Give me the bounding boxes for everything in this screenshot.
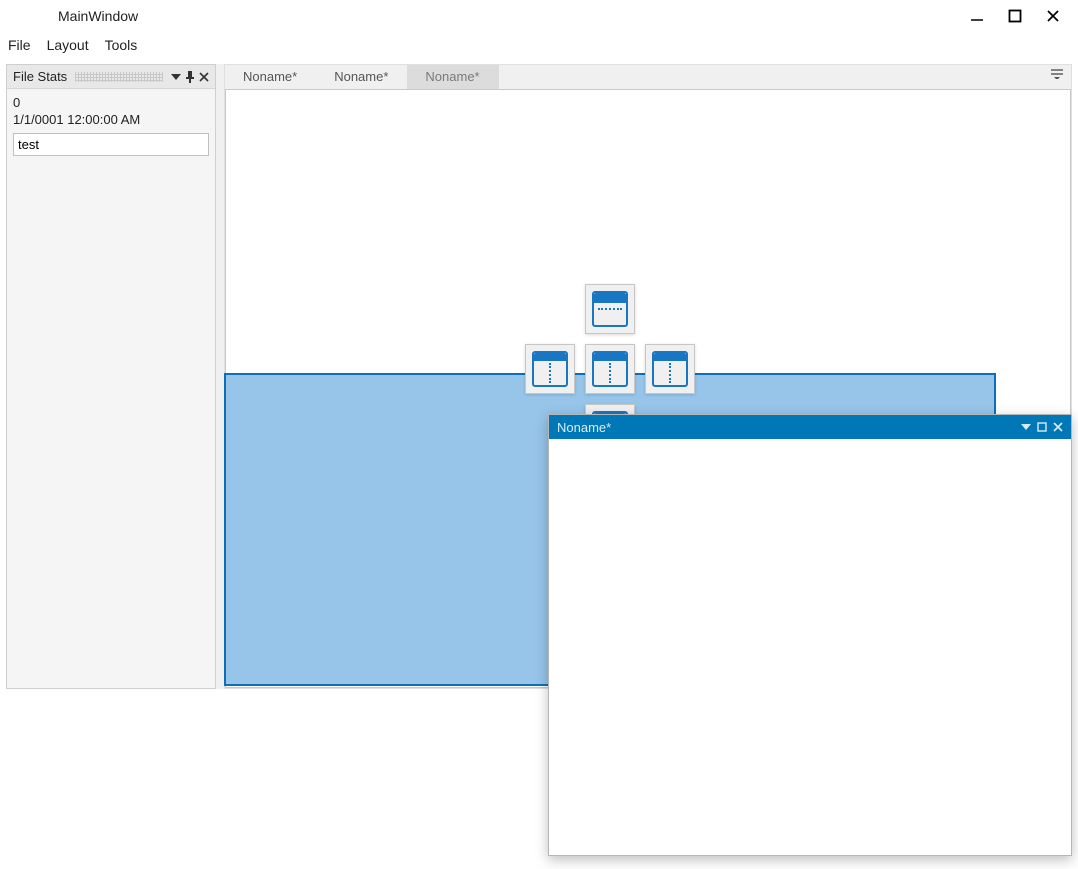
menu-layout[interactable]: Layout [47, 37, 89, 53]
titlebar: MainWindow [0, 0, 1078, 32]
dock-top-button[interactable] [585, 284, 635, 334]
floating-window-title: Noname* [557, 420, 611, 435]
pin-icon [185, 71, 195, 83]
dock-center-button[interactable] [585, 344, 635, 394]
minimize-button[interactable] [970, 9, 984, 23]
floating-document-window[interactable]: Noname* [548, 414, 1072, 856]
floating-close-button[interactable] [1053, 422, 1063, 432]
floating-dropdown-button[interactable] [1021, 422, 1031, 432]
dock-right-button[interactable] [645, 344, 695, 394]
panel-pin-button[interactable] [185, 71, 195, 83]
panel-input[interactable] [13, 133, 209, 156]
close-button[interactable] [1046, 9, 1060, 23]
document-tab-2[interactable]: Noname* [316, 65, 407, 89]
document-tab-3[interactable]: Noname* [407, 65, 498, 89]
dock-right-icon [652, 351, 688, 387]
panel-grip[interactable] [75, 72, 163, 82]
maximize-icon [1037, 422, 1047, 432]
close-icon [199, 72, 209, 82]
panel-header[interactable]: File Stats [7, 65, 215, 89]
floating-window-body[interactable] [549, 439, 1071, 855]
maximize-button[interactable] [1008, 9, 1022, 23]
menu-file[interactable]: File [8, 37, 31, 53]
floating-window-header[interactable]: Noname* [549, 415, 1071, 439]
tab-list-icon [1051, 69, 1063, 79]
menu-tools[interactable]: Tools [105, 37, 138, 53]
file-timestamp: 1/1/0001 12:00:00 AM [13, 112, 209, 127]
menubar: File Layout Tools [0, 32, 1078, 58]
floating-window-controls [1021, 422, 1063, 432]
panel-close-button[interactable] [199, 72, 209, 82]
close-icon [1046, 9, 1060, 23]
dock-left-button[interactable] [525, 344, 575, 394]
tab-list-button[interactable] [1043, 65, 1071, 89]
dock-center-icon [592, 351, 628, 387]
chevron-down-icon [171, 72, 181, 82]
dock-left-icon [532, 351, 568, 387]
dock-top-icon [592, 291, 628, 327]
minimize-icon [970, 9, 984, 23]
floating-maximize-button[interactable] [1037, 422, 1047, 432]
window-title: MainWindow [6, 8, 138, 24]
maximize-icon [1008, 9, 1022, 23]
document-tab-1[interactable]: Noname* [225, 65, 316, 89]
panel-title: File Stats [13, 69, 67, 84]
file-stats-panel: File Stats 0 1/1/0001 12:00:00 AM [6, 64, 216, 689]
chevron-down-icon [1021, 422, 1031, 432]
panel-body: 0 1/1/0001 12:00:00 AM [7, 89, 215, 162]
close-icon [1053, 422, 1063, 432]
tabstrip: Noname* Noname* Noname* [225, 65, 1071, 89]
window-controls [970, 9, 1072, 23]
panel-dropdown-button[interactable] [171, 72, 181, 82]
file-count: 0 [13, 95, 209, 110]
